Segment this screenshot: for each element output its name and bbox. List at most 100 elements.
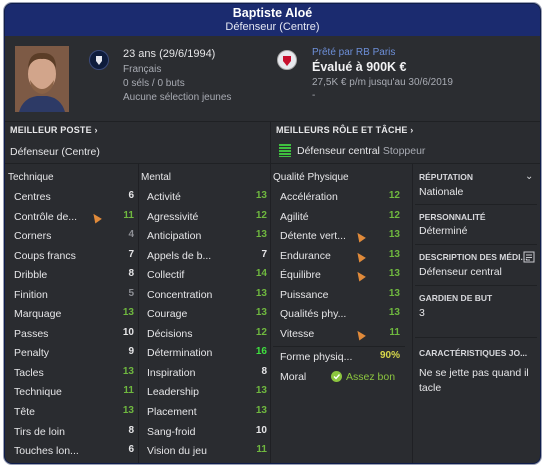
- technique-attribute-row[interactable]: Corners 4: [14, 227, 134, 247]
- physical-attribute-row[interactable]: Agilité 12: [280, 208, 400, 228]
- edit-icon[interactable]: [523, 250, 535, 263]
- loan-info[interactable]: Prêté par RB Paris: [312, 47, 395, 58]
- technique-attribute-row[interactable]: Technique 11: [14, 383, 134, 403]
- attribute-value: 16: [255, 346, 267, 358]
- profile-header: 23 ans (29/6/1994) Français 0 séls / 0 b…: [5, 36, 540, 121]
- club-crest-icon[interactable]: [277, 50, 297, 70]
- fitness-label: Forme physiq...: [280, 351, 353, 363]
- attribute-label: Équilibre: [280, 269, 321, 282]
- player-value: Évalué à 900K €: [312, 60, 407, 74]
- attribute-label: Décisions: [147, 327, 193, 340]
- technique-attribute-row[interactable]: Tête 13: [14, 403, 134, 423]
- morale-row[interactable]: Moral Assez bon: [280, 368, 400, 388]
- player-traits-value: Ne se jette pas quand il tacle: [419, 367, 529, 394]
- attribute-value: 7: [128, 248, 134, 260]
- mental-attribute-row[interactable]: Sang-froid 10: [147, 423, 267, 443]
- mental-attribute-row[interactable]: Anticipation 13: [147, 227, 267, 247]
- technique-attribute-row[interactable]: Dribble 8: [14, 266, 134, 286]
- physical-attribute-row[interactable]: Détente vert... 13: [280, 227, 400, 247]
- attribute-value: 10: [122, 326, 134, 338]
- best-role-value[interactable]: Défenseur central Stoppeur: [297, 145, 425, 157]
- attribute-label: Détente vert...: [280, 230, 346, 243]
- attribute-label: Penalty: [14, 347, 50, 360]
- attribute-label: Tacles: [14, 366, 44, 379]
- attribute-value: 13: [388, 248, 400, 260]
- attribute-label: Agilité: [280, 210, 309, 223]
- attribute-value: 11: [123, 209, 134, 221]
- best-position-header[interactable]: MEILLEUR POSTE ›: [10, 125, 98, 135]
- personality-header: PERSONNALITÉ: [419, 212, 486, 222]
- mental-attribute-row[interactable]: Collectif 14: [147, 266, 267, 286]
- media-description-header: DESCRIPTION DES MÉDI...: [419, 252, 528, 262]
- technique-attribute-row[interactable]: Centres 6: [14, 188, 134, 208]
- technique-attribute-row[interactable]: Coups francs 7: [14, 247, 134, 267]
- physical-header: Qualité Physique: [273, 172, 349, 183]
- attribute-value: 13: [388, 307, 400, 319]
- attribute-label: Tirs de loin: [14, 425, 65, 438]
- mental-attribute-row[interactable]: Détermination 16: [147, 344, 267, 364]
- attribute-label: Technique: [14, 386, 62, 399]
- mental-attribute-row[interactable]: Leadership 13: [147, 383, 267, 403]
- physical-attribute-row[interactable]: Équilibre 13: [280, 266, 400, 286]
- attribute-label: Endurance: [280, 249, 331, 262]
- attribute-value: 13: [388, 268, 400, 280]
- attribute-value: 11: [389, 326, 400, 338]
- attribute-value: 12: [388, 209, 400, 221]
- chevron-down-icon[interactable]: ⌄: [525, 171, 533, 182]
- technique-attribute-row[interactable]: Passes 10: [14, 325, 134, 345]
- personality-value: Déterminé: [419, 225, 468, 237]
- mental-attribute-row[interactable]: Vision du jeu 11: [147, 442, 267, 462]
- best-position-value: Défenseur (Centre): [10, 146, 100, 158]
- attribute-label: Courage: [147, 308, 188, 321]
- player-nationality[interactable]: Français: [123, 64, 161, 75]
- attribute-value: 14: [255, 268, 267, 280]
- attribute-value: 13: [122, 307, 134, 319]
- technique-attribute-row[interactable]: Marquage 13: [14, 305, 134, 325]
- best-role-header[interactable]: MEILLEURS RÔLE ET TÂCHE ›: [276, 125, 414, 135]
- technique-attribute-row[interactable]: Tacles 13: [14, 364, 134, 384]
- player-name[interactable]: Baptiste Aloé: [5, 6, 540, 20]
- france-flag-icon[interactable]: [89, 50, 109, 70]
- mental-attribute-row[interactable]: Agressivité 12: [147, 208, 267, 228]
- fitness-row[interactable]: Forme physiq... 90%: [280, 348, 400, 368]
- attribute-label: Vision du jeu: [147, 445, 207, 458]
- physical-attribute-row[interactable]: Endurance 13: [280, 247, 400, 267]
- attribute-label: Appels de b...: [147, 249, 212, 262]
- morale-label: Moral: [280, 371, 307, 383]
- separator: [415, 337, 537, 338]
- divider: [412, 164, 413, 463]
- attribute-value: 12: [255, 209, 267, 221]
- attribute-value: 8: [128, 424, 134, 436]
- mental-attribute-row[interactable]: Concentration 13: [147, 286, 267, 306]
- goalkeeper-header: GARDIEN DE BUT: [419, 293, 493, 303]
- physical-attribute-row[interactable]: Qualités phy... 13: [280, 305, 400, 325]
- technique-attributes: Centres 6 Contrôle de... 11 Corners 4 Coups fr…: [14, 188, 134, 462]
- attribute-value: 13: [122, 405, 134, 417]
- physical-attribute-row[interactable]: Puissance 13: [280, 286, 400, 306]
- mental-attribute-row[interactable]: Placement 13: [147, 403, 267, 423]
- attribute-label: Tête: [14, 406, 36, 419]
- attribute-label: Agressivité: [147, 210, 199, 223]
- mental-attribute-row[interactable]: Courage 13: [147, 305, 267, 325]
- technique-attribute-row[interactable]: Touches lon... 6: [14, 442, 134, 462]
- technique-attribute-row[interactable]: Tirs de loin 8: [14, 423, 134, 443]
- attribute-label: Contrôle de...: [14, 210, 78, 223]
- attribute-value: 8: [261, 365, 267, 377]
- physical-attribute-row[interactable]: Vitesse 11: [280, 325, 400, 345]
- attribute-value: 13: [255, 307, 267, 319]
- development-arrow-icon: [354, 269, 366, 282]
- technique-attribute-row[interactable]: Penalty 9: [14, 344, 134, 364]
- physical-attribute-row[interactable]: Accélération 12: [280, 188, 400, 208]
- attribute-value: 13: [388, 287, 400, 299]
- attribute-label: Qualités phy...: [280, 308, 347, 321]
- mental-attribute-row[interactable]: Appels de b... 7: [147, 247, 267, 267]
- attribute-label: Touches lon...: [14, 445, 79, 458]
- mental-attribute-row[interactable]: Activité 13: [147, 188, 267, 208]
- attribute-label: Activité: [147, 191, 181, 203]
- mental-attribute-row[interactable]: Inspiration 8: [147, 364, 267, 384]
- best-role-role: Défenseur central: [297, 145, 380, 157]
- mental-attribute-row[interactable]: Décisions 12: [147, 325, 267, 345]
- technique-attribute-row[interactable]: Finition 5: [14, 286, 134, 306]
- technique-attribute-row[interactable]: Contrôle de... 11: [14, 208, 134, 228]
- attribute-label: Puissance: [280, 288, 329, 301]
